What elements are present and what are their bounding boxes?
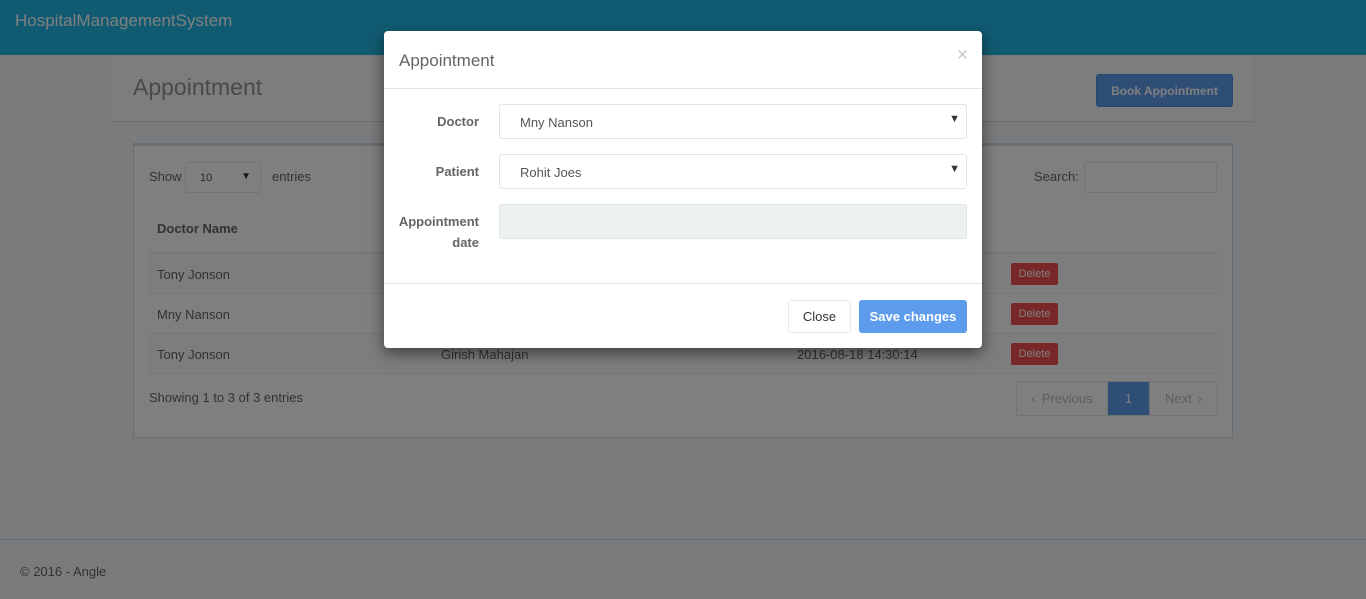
modal-header: Appointment ×	[384, 31, 982, 89]
doctor-select[interactable]: Mny Nanson ▼	[499, 104, 967, 139]
appointment-date-input[interactable]	[499, 204, 967, 239]
save-changes-button[interactable]: Save changes	[859, 300, 967, 333]
patient-select-value: Rohit Joes	[520, 165, 582, 180]
appointment-modal: Appointment × Doctor Mny Nanson ▼ Patien…	[384, 31, 982, 348]
doctor-label: Doctor	[437, 114, 479, 129]
close-icon[interactable]: ×	[957, 45, 968, 67]
appointment-date-label-line2: date	[452, 235, 479, 250]
modal-title: Appointment	[399, 51, 495, 70]
modal-footer: Close Save changes	[384, 283, 982, 348]
caret-down-icon: ▼	[949, 113, 960, 125]
caret-down-icon: ▼	[949, 163, 960, 175]
appointment-date-label: Appointment date	[384, 211, 479, 253]
close-button[interactable]: Close	[788, 300, 851, 333]
doctor-select-value: Mny Nanson	[520, 115, 593, 130]
patient-label: Patient	[435, 164, 479, 179]
patient-select[interactable]: Rohit Joes ▼	[499, 154, 967, 189]
appointment-date-label-line1: Appointment	[398, 214, 479, 229]
